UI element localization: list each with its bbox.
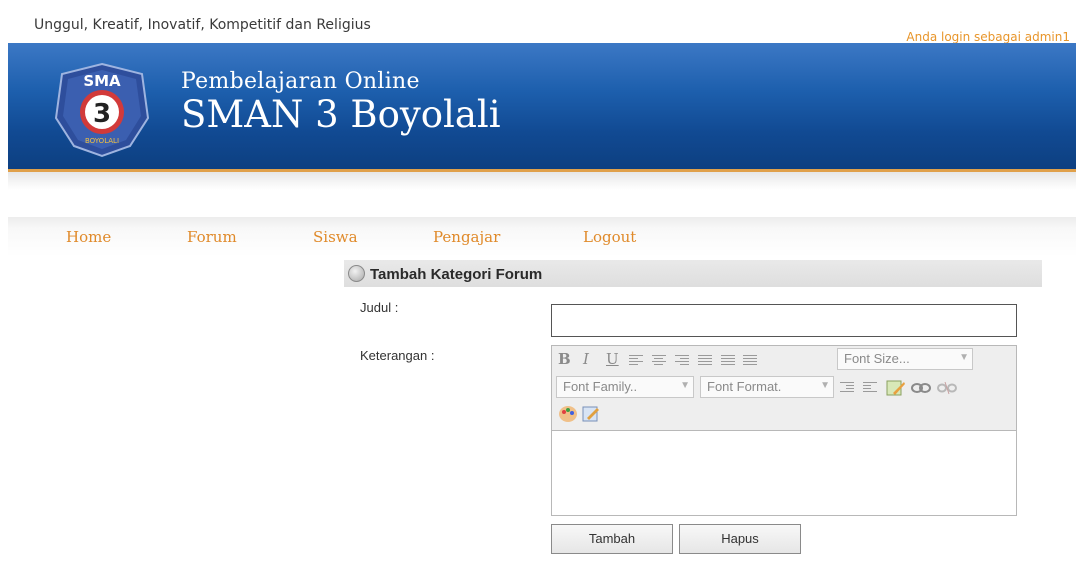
banner-shadow [8,172,1076,190]
site-title: SMAN 3 Boyolali [181,93,501,136]
site-tagline: Unggul, Kreatif, Inovatif, Kompetitif da… [34,17,371,33]
tambah-button[interactable]: Tambah [551,524,673,554]
editor-content-area[interactable] [552,432,1016,515]
nav-siswa[interactable]: Siswa [313,228,358,246]
align-left-icon[interactable] [629,355,643,367]
italic-button[interactable]: I [583,350,589,368]
nav-logout[interactable]: Logout [583,228,636,246]
judul-input[interactable] [551,304,1017,337]
align-right-icon[interactable] [675,355,689,367]
nav-pengajar[interactable]: Pengajar [433,228,500,246]
indent-icon[interactable] [863,382,877,394]
school-logo: 3 SMA BOYOLALI [54,62,150,158]
font-format-value: Font Format. [707,379,782,394]
chevron-down-icon: ▼ [820,380,830,391]
outdent-icon[interactable] [840,382,854,394]
header-banner [8,43,1076,170]
bullet-list-icon[interactable] [743,355,757,367]
nav-home[interactable]: Home [66,228,111,246]
font-size-select[interactable]: Font Size... ▼ [837,348,973,370]
judul-label: Judul : [360,300,399,315]
align-center-icon[interactable] [652,355,666,367]
arrow-circle-icon [348,265,365,282]
font-family-value: Font Family.. [563,379,638,394]
logo-text-top: SMA [83,72,121,90]
nav-bar [8,217,1076,257]
underline-button[interactable]: U [606,350,619,368]
unlink-icon[interactable] [936,381,958,395]
image-insert-icon[interactable] [886,379,906,397]
login-status: Anda login sebagai admin1 [906,30,1070,44]
link-icon[interactable] [910,381,932,395]
font-family-select[interactable]: Font Family.. ▼ [556,376,694,398]
chevron-down-icon: ▼ [959,352,969,363]
keterangan-label: Keterangan : [360,348,435,363]
align-justify-icon[interactable] [698,355,712,367]
section-title: Tambah Kategori Forum [370,266,543,283]
logo-number: 3 [93,99,111,129]
edit-html-icon[interactable] [581,405,601,423]
numbered-list-icon[interactable] [721,355,735,367]
logo-text-bottom: BOYOLALI [85,137,119,145]
bold-button[interactable]: B [558,350,571,368]
font-size-value: Font Size... [844,351,910,366]
font-format-select[interactable]: Font Format. ▼ [700,376,834,398]
hapus-button[interactable]: Hapus [679,524,801,554]
chevron-down-icon: ▼ [680,380,690,391]
color-palette-icon[interactable] [558,405,578,423]
site-subtitle: Pembelajaran Online [181,69,420,94]
nav-forum[interactable]: Forum [187,228,237,246]
